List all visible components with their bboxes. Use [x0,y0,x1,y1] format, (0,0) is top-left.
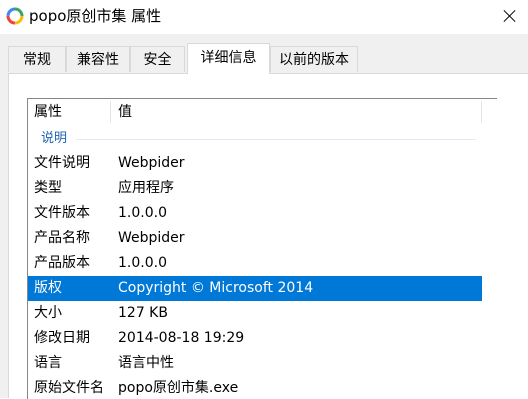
window-title: popo原创市集 属性 [29,7,162,25]
details-panel: 属性 值 说明 文件说明 Webpider 类型 应用程序 文件版本 1.0.0… [8,73,528,399]
row-value: 语言中性 [118,355,174,371]
detail-row[interactable]: 修改日期 2014-08-18 19:29 [28,326,482,351]
tab-general[interactable]: 常规 [8,46,66,72]
tab-compatibility[interactable]: 兼容性 [66,46,130,72]
close-button[interactable] [490,0,528,32]
row-value: 2014-08-18 19:29 [118,330,245,346]
detail-row[interactable]: 文件说明 Webpider [28,151,482,176]
details-list[interactable]: 属性 值 说明 文件说明 Webpider 类型 应用程序 文件版本 1.0.0… [27,98,497,399]
row-key: 类型 [34,180,62,196]
row-key: 产品版本 [34,255,90,271]
detail-row[interactable]: 产品版本 1.0.0.0 [28,251,482,276]
group-header[interactable]: 说明 [28,129,497,149]
row-key: 语言 [34,355,62,371]
row-value: 127 KB [118,305,168,321]
tab-previous-versions[interactable]: 以前的版本 [270,46,358,72]
row-key: 文件版本 [34,205,90,221]
detail-row[interactable]: 类型 应用程序 [28,176,482,201]
detail-row[interactable]: 大小 127 KB [28,301,482,326]
column-divider[interactable] [110,101,111,123]
tab-security[interactable]: 安全 [130,46,185,72]
title-bar: popo原创市集 属性 [0,0,528,34]
detail-row[interactable]: 产品名称 Webpider [28,226,482,251]
detail-row[interactable]: 文件版本 1.0.0.0 [28,201,482,226]
row-key: 原始文件名 [34,380,104,396]
row-value: 1.0.0.0 [118,255,167,271]
group-label: 说明 [41,131,68,146]
app-icon [6,7,24,25]
row-key: 大小 [34,305,62,321]
row-key: 文件说明 [34,155,90,171]
column-value[interactable]: 值 [118,99,132,125]
column-header: 属性 值 [28,99,497,125]
column-divider[interactable] [481,101,482,123]
row-key: 修改日期 [34,330,90,346]
row-value: Webpider [118,155,185,171]
row-value: 应用程序 [118,180,174,196]
row-key: 产品名称 [34,230,90,246]
detail-row[interactable]: 语言 语言中性 [28,351,482,376]
column-property[interactable]: 属性 [34,99,62,125]
tab-strip: 常规 兼容性 安全 详细信息 以前的版本 [0,34,528,74]
row-value: popo原创市集.exe [118,380,239,396]
properties-dialog: 常规 兼容性 安全 详细信息 以前的版本 属性 值 说明 文件说明 Webpid… [0,34,528,399]
tab-details[interactable]: 详细信息 [187,43,270,74]
row-value: Webpider [118,230,185,246]
detail-row-selected[interactable]: 版权 Copyright © Microsoft 2014 [28,276,482,301]
row-value: Copyright © Microsoft 2014 [118,280,314,296]
detail-row[interactable]: 原始文件名 popo原创市集.exe [28,376,482,399]
group-divider [76,139,476,140]
row-key: 版权 [34,280,62,296]
row-value: 1.0.0.0 [118,205,167,221]
